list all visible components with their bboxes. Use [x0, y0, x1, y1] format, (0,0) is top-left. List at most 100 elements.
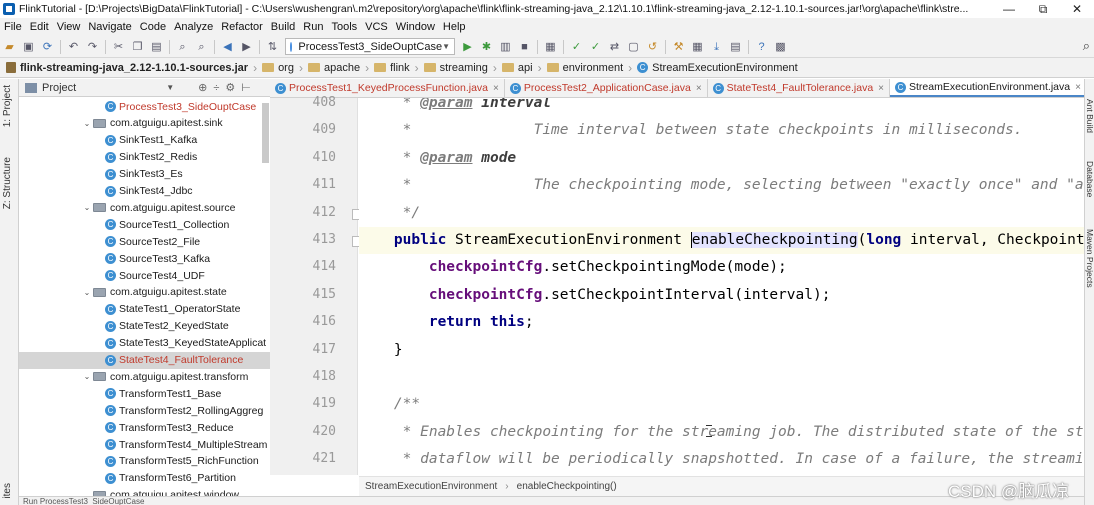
- close-tab-icon[interactable]: ×: [696, 83, 702, 94]
- tree-class-node[interactable]: C StateTest3_KeyedStateApplicat: [19, 335, 270, 352]
- tree-class-node[interactable]: C SourceTest1_Collection: [19, 216, 270, 233]
- tree-class-node[interactable]: C StateTest1_OperatorState: [19, 301, 270, 318]
- tree-class-node[interactable]: C SourceTest2_File: [19, 233, 270, 250]
- project-panel-tools[interactable]: ⊕÷⚙⊢: [198, 81, 257, 94]
- menu-build[interactable]: Build: [267, 18, 299, 36]
- back-icon[interactable]: ◀: [218, 38, 237, 56]
- paste-icon[interactable]: ▤: [147, 38, 166, 56]
- tree-class-node[interactable]: C TransformTest5_RichFunction: [19, 453, 270, 470]
- stop-icon[interactable]: ■: [515, 38, 534, 56]
- tree-class-node[interactable]: C ProcessTest3_SideOuptCase: [19, 98, 270, 115]
- breadcrumb-org[interactable]: org: [262, 62, 294, 74]
- favorites-tool-tab[interactable]: ites: [2, 483, 13, 499]
- editor-tab[interactable]: C StreamExecutionEnvironment.java ×: [890, 79, 1087, 97]
- editor-tab[interactable]: C StateTest4_FaultTolerance.java ×: [708, 79, 891, 97]
- breadcrumb-class[interactable]: C StreamExecutionEnvironment: [637, 62, 798, 74]
- close-tab-icon[interactable]: ×: [493, 83, 499, 94]
- settings-icon[interactable]: ⚒: [669, 38, 688, 56]
- vcs-compare-icon[interactable]: ⇄: [605, 38, 624, 56]
- menu-refactor[interactable]: Refactor: [217, 18, 267, 36]
- chevron-down-icon[interactable]: ▼: [166, 83, 174, 92]
- editor-tab[interactable]: C ProcessTest2_ApplicationCase.java ×: [505, 79, 708, 97]
- menu-navigate[interactable]: Navigate: [84, 18, 135, 36]
- menu-code[interactable]: Code: [136, 18, 170, 36]
- tree-package-node[interactable]: ⌄ com.atguigu.apitest.source: [19, 199, 270, 216]
- tree-class-node[interactable]: C SinkTest3_Es: [19, 166, 270, 183]
- search-everywhere-icon[interactable]: ⌕: [1083, 38, 1090, 54]
- tree-class-node[interactable]: C TransformTest1_Base: [19, 385, 270, 402]
- download-icon[interactable]: ⤓: [707, 38, 726, 56]
- menu-view[interactable]: View: [53, 18, 85, 36]
- menu-edit[interactable]: Edit: [26, 18, 53, 36]
- sdk-icon[interactable]: ▦: [688, 38, 707, 56]
- menu-analyze[interactable]: Analyze: [170, 18, 217, 36]
- tree-class-node[interactable]: C TransformTest4_MultipleStream: [19, 436, 270, 453]
- breadcrumb-environment[interactable]: environment: [546, 62, 623, 74]
- redo-icon[interactable]: ↷: [83, 38, 102, 56]
- vcs-commit-icon[interactable]: ✓: [586, 38, 605, 56]
- expand-arrow-icon[interactable]: ⌄: [81, 119, 93, 128]
- sync-icon[interactable]: ⟳: [38, 38, 57, 56]
- restore-button[interactable]: ⧉: [1026, 0, 1060, 18]
- expand-arrow-icon[interactable]: ⌄: [81, 372, 93, 381]
- close-tab-icon[interactable]: ×: [878, 83, 884, 94]
- breadcrumb-jar[interactable]: flink-streaming-java_2.12-1.10.1-sources…: [6, 62, 248, 74]
- editor-breadcrumb-class[interactable]: StreamExecutionEnvironment: [365, 481, 497, 492]
- debug-icon[interactable]: ✱: [477, 38, 496, 56]
- tree-package-node[interactable]: ⌄ com.atguigu.apitest.window: [19, 487, 270, 496]
- breadcrumb-api[interactable]: api: [501, 62, 533, 74]
- expand-arrow-icon[interactable]: ⌄: [81, 288, 93, 297]
- menu-file[interactable]: File: [0, 18, 26, 36]
- minimize-button[interactable]: —: [992, 0, 1026, 18]
- save-all-icon[interactable]: ▣: [19, 38, 38, 56]
- undo-icon[interactable]: ↶: [64, 38, 83, 56]
- close-window-button[interactable]: ✕: [1060, 0, 1094, 18]
- expand-arrow-icon[interactable]: ⌄: [81, 203, 93, 212]
- tree-class-node[interactable]: C TransformTest2_RollingAggreg: [19, 402, 270, 419]
- vcs-revert-icon[interactable]: ↺: [643, 38, 662, 56]
- forward-icon[interactable]: ▶: [237, 38, 256, 56]
- tree-class-node[interactable]: C TransformTest3_Reduce: [19, 419, 270, 436]
- copy-icon[interactable]: ❐: [128, 38, 147, 56]
- run-icon[interactable]: ▶: [458, 38, 477, 56]
- vcs-history-icon[interactable]: ▢: [624, 38, 643, 56]
- menu-window[interactable]: Window: [392, 18, 439, 36]
- open-folder-icon[interactable]: ▰: [0, 38, 19, 56]
- breadcrumb-streaming[interactable]: streaming: [423, 62, 488, 74]
- find-icon[interactable]: ⌕: [173, 38, 192, 56]
- help-icon[interactable]: ?: [752, 38, 771, 56]
- editor-breadcrumb-method[interactable]: enableCheckpointing(): [517, 481, 617, 492]
- terminal-icon[interactable]: ▩: [771, 38, 790, 56]
- maven-projects-tool-tab[interactable]: Maven Projects: [1085, 229, 1094, 288]
- editor-gutter[interactable]: 408 409 410 411 412 413 414 415 416 417 418 419 420 4…: [270, 95, 361, 475]
- cut-icon[interactable]: ✂: [109, 38, 128, 56]
- structure-tool-tab[interactable]: Z: Structure: [2, 157, 13, 209]
- tree-package-node[interactable]: ⌄ com.atguigu.apitest.transform: [19, 368, 270, 385]
- project-panel-title[interactable]: Project: [42, 82, 76, 94]
- build-icon[interactable]: ⇅: [263, 38, 282, 56]
- tree-class-node[interactable]: C TransformTest6_Partition: [19, 470, 270, 487]
- coverage-icon[interactable]: ▥: [496, 38, 515, 56]
- run-configuration-dropdown[interactable]: ProcessTest3_SideOuptCase ▼: [285, 38, 455, 55]
- project-tree-scrollbar[interactable]: [262, 103, 269, 163]
- database-tool-tab[interactable]: Database: [1085, 161, 1094, 197]
- replace-icon[interactable]: ⌕: [192, 38, 211, 56]
- ant-build-tool-tab[interactable]: Ant Build: [1085, 99, 1094, 133]
- tree-class-node[interactable]: C SinkTest2_Redis: [19, 149, 270, 166]
- bottom-tool-bar[interactable]: Run ProcessTest3_SideOuptCase: [19, 496, 1084, 505]
- tree-class-node[interactable]: C SourceTest4_UDF: [19, 267, 270, 284]
- menu-help[interactable]: Help: [439, 18, 470, 36]
- project-structure-icon[interactable]: ▦: [541, 38, 560, 56]
- menu-vcs[interactable]: VCS: [361, 18, 392, 36]
- tree-class-node[interactable]: C SinkTest1_Kafka: [19, 132, 270, 149]
- project-tool-tab[interactable]: 1: Project: [2, 85, 13, 127]
- code-editor[interactable]: * @param interval * Time interval betwee…: [359, 98, 1084, 475]
- breadcrumb-apache[interactable]: apache: [307, 62, 360, 74]
- tree-class-node[interactable]: C StateTest2_KeyedState: [19, 318, 270, 335]
- breadcrumb-flink[interactable]: flink: [374, 62, 410, 74]
- tree-class-node[interactable]: C SinkTest4_Jdbc: [19, 183, 270, 200]
- tasks-icon[interactable]: ▤: [726, 38, 745, 56]
- tree-class-node[interactable]: C SourceTest3_Kafka: [19, 250, 270, 267]
- close-tab-icon[interactable]: ×: [1075, 82, 1081, 93]
- tree-package-node[interactable]: ⌄ com.atguigu.apitest.state: [19, 284, 270, 301]
